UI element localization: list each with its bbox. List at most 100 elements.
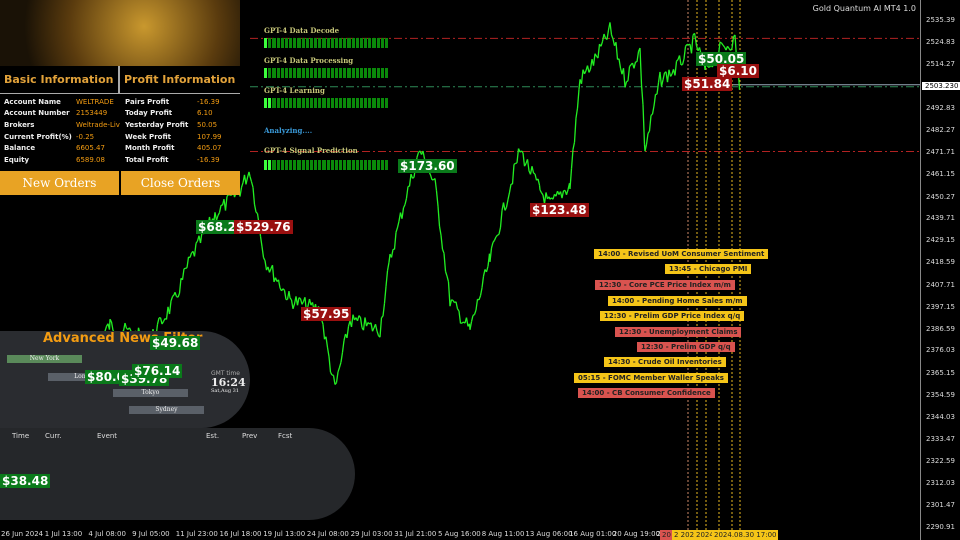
news-event[interactable]: 14:00 - Pending Home Sales m/m bbox=[608, 296, 747, 306]
row-value: -16.39 bbox=[197, 155, 220, 164]
price-segment bbox=[660, 79, 664, 87]
col-event: Event bbox=[97, 432, 118, 440]
price-segment bbox=[408, 174, 412, 187]
price-segment bbox=[335, 371, 339, 383]
price-segment bbox=[255, 211, 258, 215]
news-event[interactable]: 14:30 - Crude Oil Inventories bbox=[604, 357, 726, 367]
row-value: 107.99 bbox=[197, 132, 222, 141]
price-tick: 2376.03 bbox=[926, 346, 955, 355]
price-segment bbox=[498, 227, 502, 235]
price-segment bbox=[640, 84, 644, 105]
news-event[interactable]: 12:30 - Prelim GDP q/q bbox=[637, 342, 735, 352]
close-orders-button[interactable]: Close Orders bbox=[121, 171, 240, 195]
window-title: Gold Quantum AI MT4 1.0 bbox=[812, 4, 916, 13]
price-segment bbox=[383, 286, 387, 304]
price-segment bbox=[337, 367, 341, 373]
price-segment bbox=[600, 41, 604, 47]
row-value: 6.10 bbox=[197, 109, 213, 118]
price-segment bbox=[341, 340, 345, 353]
price-segment bbox=[609, 22, 613, 35]
price-segment bbox=[622, 68, 626, 88]
price-segment bbox=[684, 43, 688, 47]
price-tick: 2429.15 bbox=[926, 236, 955, 245]
price-segment bbox=[481, 276, 485, 288]
price-segment bbox=[298, 297, 301, 300]
row-label: Account Name bbox=[4, 97, 61, 106]
price-segment bbox=[656, 82, 660, 95]
price-segment bbox=[264, 260, 268, 271]
price-segment bbox=[497, 233, 500, 236]
price-tick: 2322.59 bbox=[926, 457, 955, 466]
news-event[interactable]: 13:45 - Chicago PMI bbox=[665, 264, 752, 274]
trade-profit-tag: $123.48 bbox=[530, 203, 589, 217]
price-segment bbox=[674, 61, 678, 76]
price-segment bbox=[271, 265, 275, 282]
price-segment bbox=[240, 182, 244, 188]
price-segment bbox=[329, 371, 333, 376]
row-label: Week Profit bbox=[125, 132, 171, 141]
profit-row: Month Profit 405.07 bbox=[121, 142, 241, 154]
row-value: -0.25 bbox=[76, 132, 95, 141]
price-segment bbox=[504, 207, 508, 211]
price-segment bbox=[719, 41, 722, 44]
price-segment bbox=[253, 204, 257, 213]
x-marker: 2024.08.30 17:00 bbox=[712, 530, 779, 540]
profit-info-header: Profit Information bbox=[120, 66, 240, 94]
row-label: Balance bbox=[4, 144, 36, 153]
trade-profit-tag: $38.48 bbox=[0, 474, 51, 488]
price-segment bbox=[580, 69, 584, 84]
price-segment bbox=[575, 107, 579, 119]
news-event[interactable]: 12:30 - Core PCE Price Index m/m bbox=[595, 280, 735, 290]
price-segment bbox=[549, 197, 552, 200]
basic-info-list: Account Name WELTRADE Account Number 215344… bbox=[0, 96, 120, 166]
price-segment bbox=[395, 227, 399, 233]
price-segment bbox=[438, 226, 442, 236]
price-segment bbox=[110, 321, 114, 331]
news-event[interactable]: 14:00 - Revised UoM Consumer Sentiment bbox=[594, 249, 769, 259]
price-tick: 2418.59 bbox=[926, 258, 955, 267]
price-tick: 2312.03 bbox=[926, 479, 955, 488]
price-segment bbox=[382, 303, 386, 317]
row-label: Total Profit bbox=[125, 155, 169, 164]
news-event[interactable]: 12:30 - Unemployment Claims bbox=[615, 327, 742, 337]
price-segment bbox=[537, 178, 541, 186]
price-segment bbox=[478, 295, 482, 301]
price-segment bbox=[633, 61, 637, 69]
profit-row: Pairs Profit -16.39 bbox=[121, 96, 241, 108]
time-tick: 11 Jul 23:00 bbox=[175, 530, 218, 538]
account-panel: Basic Information Profit Information Acc… bbox=[0, 0, 240, 195]
new-orders-button[interactable]: New Orders bbox=[0, 171, 119, 195]
price-segment bbox=[385, 270, 389, 287]
price-segment bbox=[441, 249, 445, 254]
price-segment bbox=[252, 187, 256, 205]
price-tick: 2461.15 bbox=[926, 169, 955, 178]
price-segment bbox=[540, 192, 544, 196]
gpt-decode-label: GPT-4 Data Decode bbox=[264, 26, 340, 35]
price-segment bbox=[250, 181, 254, 188]
price-segment bbox=[627, 66, 631, 81]
price-segment bbox=[292, 303, 296, 309]
price-segment bbox=[618, 58, 622, 69]
price-segment bbox=[386, 262, 390, 271]
gpt-processing-progress bbox=[264, 68, 389, 78]
profit-row: Total Profit -16.39 bbox=[121, 154, 241, 166]
logo-banner bbox=[0, 0, 240, 66]
news-event[interactable]: 05:15 - FOMC Member Waller Speaks bbox=[574, 373, 728, 383]
price-segment bbox=[422, 150, 426, 159]
news-event[interactable]: 12:30 - Prelim GDP Price Index q/q bbox=[600, 311, 745, 321]
price-segment bbox=[499, 210, 503, 228]
news-event[interactable]: 14:00 - CB Consumer Confidence bbox=[578, 388, 715, 398]
price-segment bbox=[588, 68, 592, 73]
price-segment bbox=[726, 45, 730, 49]
price-segment bbox=[374, 324, 378, 332]
col-time: Time bbox=[12, 432, 30, 440]
price-segment bbox=[722, 44, 726, 48]
session-sydney: Sydney bbox=[129, 406, 204, 414]
price-segment bbox=[451, 299, 454, 302]
trade-profit-tag: $6.10 bbox=[717, 64, 759, 78]
price-segment bbox=[533, 172, 536, 175]
trade-profit-tag: $49.68 bbox=[150, 336, 201, 350]
price-segment bbox=[653, 94, 657, 107]
price-segment bbox=[545, 192, 549, 200]
price-segment bbox=[435, 190, 439, 207]
